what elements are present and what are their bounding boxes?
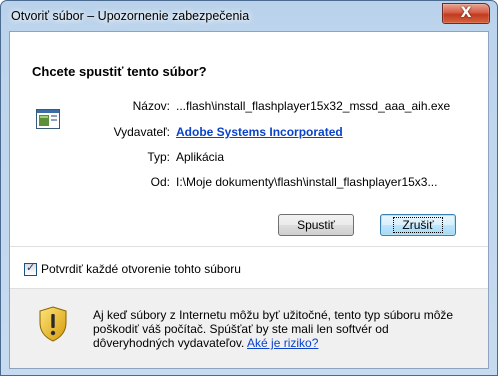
from-value: I:\Moje dokumenty\flash\install_flashpla… xyxy=(176,175,438,189)
type-value: Aplikácia xyxy=(176,150,225,164)
name-value: ...flash\install_flashplayer15x32_mssd_a… xyxy=(176,99,451,113)
from-label: Od: xyxy=(150,175,170,189)
confirm-checkbox-label[interactable]: Potvrdiť každé otvorenie tohto súboru xyxy=(41,262,241,276)
close-icon: X xyxy=(460,5,472,21)
risk-link[interactable]: Aké je riziko? xyxy=(247,336,318,350)
run-button-label: Spustiť xyxy=(297,218,335,232)
application-window-icon xyxy=(36,109,60,129)
title-bar[interactable]: Otvoriť súbor – Upozornenie zabezpečenia… xyxy=(1,1,497,31)
dialog-body: Chcete spustiť tento súbor? Názov: ...fl… xyxy=(9,31,489,369)
dialog-heading: Chcete spustiť tento súbor? xyxy=(32,64,207,79)
close-button[interactable]: X xyxy=(442,3,490,24)
publisher-label: Vydavateľ: xyxy=(113,125,170,139)
type-label: Typ: xyxy=(147,150,170,164)
divider xyxy=(10,246,488,247)
confirm-checkbox[interactable]: ✓ xyxy=(24,261,37,276)
cancel-button-label: Zrušiť xyxy=(393,217,443,233)
warning-message: Aj keď súbory z Internetu môžu byť užito… xyxy=(93,308,473,350)
security-warning-dialog: Otvoriť súbor – Upozornenie zabezpečenia… xyxy=(0,0,498,376)
run-button[interactable]: Spustiť xyxy=(278,214,354,236)
security-shield-icon xyxy=(39,306,67,342)
cancel-button[interactable]: Zrušiť xyxy=(380,214,456,236)
publisher-link[interactable]: Adobe Systems Incorporated xyxy=(176,125,343,139)
checkmark-icon: ✓ xyxy=(26,261,36,274)
name-label: Názov: xyxy=(132,99,170,113)
window-title: Otvoriť súbor – Upozornenie zabezpečenia xyxy=(11,9,250,23)
